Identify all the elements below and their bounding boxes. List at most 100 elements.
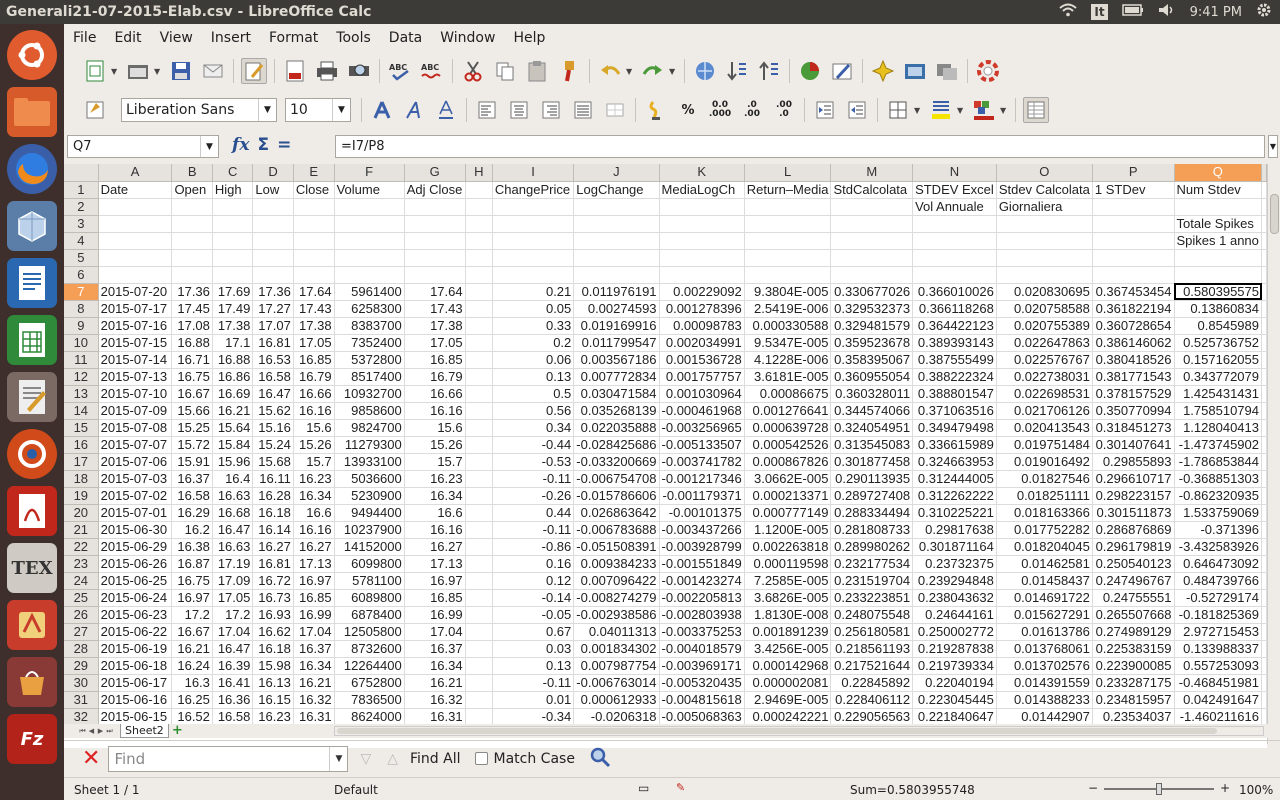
cell-l19[interactable]: 0.000213371 — [744, 487, 832, 505]
cell-h11[interactable] — [465, 351, 493, 369]
cell-h24[interactable] — [465, 572, 493, 590]
cell-i14[interactable]: 0.56 — [492, 402, 575, 420]
row-header[interactable]: 24 — [64, 572, 99, 590]
cell-o1[interactable]: Stdev Calcolata — [996, 181, 1093, 199]
cell-k29[interactable]: -0.003969171 — [659, 657, 745, 675]
cell-a29[interactable]: 2015-06-18 — [98, 657, 173, 675]
cell-f3[interactable] — [334, 215, 405, 233]
cell-k15[interactable]: -0.003256965 — [659, 419, 745, 437]
cell-n7[interactable]: 0.366010026 — [912, 283, 997, 301]
cell-a19[interactable]: 2015-07-02 — [98, 487, 173, 505]
bold-icon[interactable] — [369, 97, 395, 123]
cell-o24[interactable]: 0.01458437 — [996, 572, 1093, 590]
cell-c12[interactable]: 16.86 — [212, 368, 254, 386]
cell-h17[interactable] — [465, 453, 493, 471]
cell-q22[interactable]: -3.432583926 — [1174, 538, 1262, 556]
cell-o21[interactable]: 0.017752282 — [996, 521, 1093, 539]
cell-p25[interactable]: 0.24755551 — [1092, 589, 1175, 607]
cell-j18[interactable]: -0.006754708 — [573, 470, 660, 488]
cell-g30[interactable]: 16.21 — [404, 674, 466, 692]
cell-i15[interactable]: 0.34 — [492, 419, 575, 437]
cell-i29[interactable]: 0.13 — [492, 657, 575, 675]
cell-c18[interactable]: 16.4 — [212, 470, 254, 488]
cell-g2[interactable] — [404, 198, 466, 216]
cell-c8[interactable]: 17.49 — [212, 300, 254, 318]
cell-overflow[interactable] — [1261, 538, 1267, 556]
zoom-out-icon[interactable]: − — [1088, 781, 1098, 795]
column-header-o[interactable]: O — [996, 164, 1093, 182]
cell-q17[interactable]: -1.786853844 — [1174, 453, 1262, 471]
cell-q30[interactable]: -0.468451981 — [1174, 674, 1262, 692]
cell-overflow[interactable] — [1261, 317, 1267, 335]
battery-icon[interactable] — [1121, 4, 1144, 20]
cell-h28[interactable] — [465, 640, 493, 658]
cell-f12[interactable]: 8517400 — [334, 368, 405, 386]
row-header[interactable]: 15 — [64, 419, 99, 437]
cell-k12[interactable]: 0.001757757 — [659, 368, 745, 386]
cell-f20[interactable]: 9494400 — [334, 504, 405, 522]
selection-mode-icon[interactable]: ▭ — [638, 781, 649, 795]
cell-g8[interactable]: 17.43 — [404, 300, 466, 318]
cell-h19[interactable] — [465, 487, 493, 505]
cell-k3[interactable] — [659, 215, 745, 233]
cell-e6[interactable] — [293, 266, 335, 284]
cell-h3[interactable] — [465, 215, 493, 233]
cell-a10[interactable]: 2015-07-15 — [98, 334, 173, 352]
cell-g23[interactable]: 17.13 — [404, 555, 466, 573]
cell-h4[interactable] — [465, 232, 493, 250]
scroll-thumb[interactable] — [337, 728, 1217, 734]
cell-d24[interactable]: 16.72 — [252, 572, 294, 590]
grid-lines-icon[interactable] — [1023, 97, 1049, 123]
system-monitor-icon[interactable] — [7, 429, 57, 479]
writer-icon[interactable] — [7, 258, 57, 308]
cell-k2[interactable] — [659, 198, 745, 216]
cell-h23[interactable] — [465, 555, 493, 573]
cell-b11[interactable]: 16.71 — [171, 351, 213, 369]
cell-n31[interactable]: 0.223045445 — [912, 691, 997, 709]
find-input[interactable]: Find ▼ — [108, 745, 349, 772]
cell-j8[interactable]: 0.00274593 — [573, 300, 660, 318]
cell-n18[interactable]: 0.312444005 — [912, 470, 997, 488]
cell-o23[interactable]: 0.01462581 — [996, 555, 1093, 573]
cell-p27[interactable]: 0.274989129 — [1092, 623, 1175, 641]
cell-o19[interactable]: 0.018251111 — [996, 487, 1093, 505]
cell-b17[interactable]: 15.91 — [171, 453, 213, 471]
cell-b23[interactable]: 16.87 — [171, 555, 213, 573]
cell-h7[interactable] — [465, 283, 493, 301]
cell-m7[interactable]: 0.330677026 — [830, 283, 914, 301]
cell-q5[interactable] — [1174, 249, 1262, 267]
align-right-icon[interactable] — [538, 97, 564, 123]
cell-q8[interactable]: 0.13860834 — [1174, 300, 1262, 318]
row-header[interactable]: 22 — [64, 538, 99, 556]
cell-l6[interactable] — [744, 266, 832, 284]
column-header-j[interactable]: J — [573, 164, 660, 182]
cell-h22[interactable] — [465, 538, 493, 556]
close-icon[interactable]: ✕ — [82, 746, 100, 771]
redo-icon[interactable] — [640, 58, 666, 84]
cell-m9[interactable]: 0.329481579 — [830, 317, 914, 335]
cell-i6[interactable] — [492, 266, 575, 284]
cell-b24[interactable]: 16.75 — [171, 572, 213, 590]
cell-p28[interactable]: 0.225383159 — [1092, 640, 1175, 658]
cell-m31[interactable]: 0.228406112 — [830, 691, 914, 709]
cell-q15[interactable]: 1.128040413 — [1174, 419, 1262, 437]
cell-i12[interactable]: 0.13 — [492, 368, 575, 386]
cell-j31[interactable]: 0.000612933 — [573, 691, 660, 709]
cell-d16[interactable]: 15.24 — [252, 436, 294, 454]
cell-g19[interactable]: 16.34 — [404, 487, 466, 505]
cell-j30[interactable]: -0.006763014 — [573, 674, 660, 692]
cell-a25[interactable]: 2015-06-24 — [98, 589, 173, 607]
cell-q12[interactable]: 0.343772079 — [1174, 368, 1262, 386]
cell-h6[interactable] — [465, 266, 493, 284]
cell-p17[interactable]: 0.29855893 — [1092, 453, 1175, 471]
cell-d12[interactable]: 16.58 — [252, 368, 294, 386]
cell-j24[interactable]: 0.007096422 — [573, 572, 660, 590]
cell-k6[interactable] — [659, 266, 745, 284]
column-header-c[interactable]: C — [212, 164, 254, 182]
cell-d30[interactable]: 16.13 — [252, 674, 294, 692]
column-header-h[interactable]: H — [465, 164, 493, 182]
sum-icon[interactable]: Σ — [257, 135, 269, 155]
cell-g9[interactable]: 17.38 — [404, 317, 466, 335]
font-name-combo[interactable]: Liberation Sans ▼ — [121, 98, 277, 122]
cell-o32[interactable]: 0.01442907 — [996, 708, 1093, 726]
